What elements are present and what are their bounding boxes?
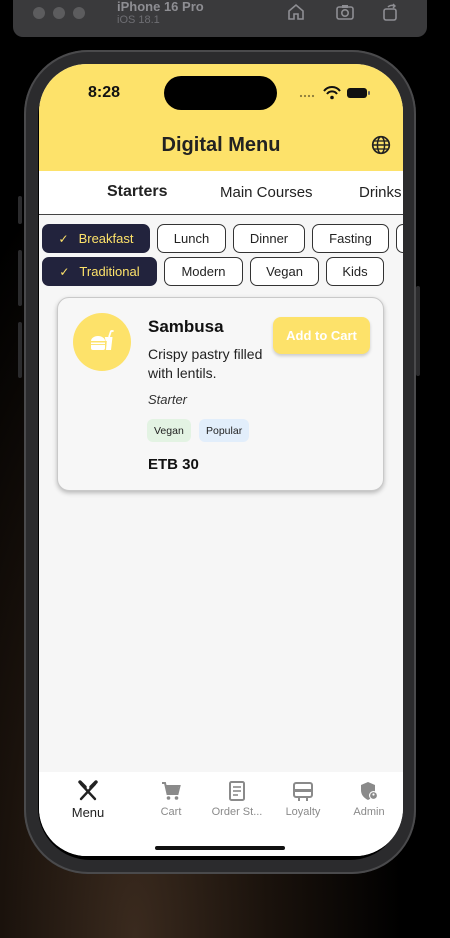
- nav-label: Cart: [160, 806, 182, 818]
- nav-item-cart[interactable]: Cart: [138, 780, 204, 818]
- bottom-nav: Menu Cart Order St... Loyalty Admin: [39, 772, 403, 856]
- tab-drinks[interactable]: Drinks: [359, 184, 402, 201]
- filter-chip-vegan[interactable]: Vegan: [250, 257, 319, 286]
- screenshot-icon[interactable]: [335, 2, 355, 22]
- item-price: ETB 30: [148, 456, 199, 473]
- dynamic-island: [164, 76, 277, 110]
- fork-knife-icon: [78, 780, 98, 801]
- wifi-icon: [323, 86, 341, 100]
- app-header: 8:28 Digital Menu: [39, 64, 403, 171]
- power-button: [416, 286, 420, 376]
- chip-label: Breakfast: [78, 231, 134, 246]
- nav-item-order-status[interactable]: Order St...: [204, 780, 270, 818]
- chip-label: Traditional: [79, 264, 140, 279]
- window-minimize-dot[interactable]: [53, 7, 65, 19]
- nav-label: Admin: [353, 806, 385, 818]
- nav-label: Order St...: [211, 806, 263, 818]
- page-title: Digital Menu: [161, 134, 281, 156]
- tab-starters[interactable]: Starters: [107, 183, 167, 201]
- nav-label: Menu: [71, 805, 105, 820]
- simulator-device-name: iPhone 16 Pro: [117, 0, 204, 14]
- status-time: 8:28: [88, 84, 121, 101]
- home-icon[interactable]: [286, 2, 306, 22]
- chip-label: Kids: [342, 264, 368, 279]
- cart-icon: [162, 782, 181, 800]
- rotate-icon[interactable]: [380, 2, 400, 22]
- chip-label: Lunch: [173, 231, 210, 246]
- tab-main-courses[interactable]: Main Courses: [220, 184, 313, 201]
- chip-label: Dinner: [249, 231, 289, 246]
- fastfood-icon: [91, 330, 114, 350]
- window-close-dot[interactable]: [33, 7, 45, 19]
- item-category: Starter: [148, 392, 188, 407]
- nav-item-admin[interactable]: Admin: [336, 780, 402, 818]
- volume-down-button: [18, 322, 22, 378]
- menu-item-card[interactable]: Sambusa Crispy pastry filled with lentil…: [57, 297, 384, 491]
- home-indicator[interactable]: [155, 846, 285, 850]
- checkmark-icon: ✓: [59, 264, 70, 279]
- nav-item-loyalty[interactable]: Loyalty: [270, 780, 336, 818]
- item-name: Sambusa: [148, 317, 224, 336]
- simulator-toolbar: iPhone 16 Pro iOS 18.1: [13, 0, 427, 37]
- tag-popular: Popular: [199, 419, 250, 442]
- add-to-cart-button[interactable]: Add to Cart: [273, 317, 370, 354]
- filter-chip-traditional[interactable]: ✓ Traditional: [42, 257, 157, 286]
- category-tabs: Starters Main Courses Drinks: [39, 171, 403, 215]
- filter-chip-overflow[interactable]: [396, 224, 403, 253]
- simulator-os-version: iOS 18.1: [117, 14, 160, 26]
- nav-item-menu[interactable]: Menu: [55, 780, 121, 820]
- language-globe-icon[interactable]: [371, 135, 391, 155]
- battery-icon: [347, 88, 370, 98]
- window-zoom-dot[interactable]: [73, 7, 85, 19]
- app-screen: 8:28 Digital Menu Starters Main Courses …: [39, 64, 403, 856]
- chip-label: Fasting: [329, 231, 372, 246]
- filter-chip-kids[interactable]: Kids: [326, 257, 384, 286]
- filter-chip-breakfast[interactable]: ✓ Breakfast: [42, 224, 150, 253]
- item-description: Crispy pastry filled with lentils.: [148, 346, 263, 381]
- checkmark-icon: ✓: [58, 231, 69, 246]
- chip-label: Modern: [181, 264, 226, 279]
- status-icons: [299, 86, 379, 100]
- admin-shield-icon: [361, 782, 378, 800]
- item-avatar: [73, 313, 131, 371]
- filter-chip-fasting[interactable]: Fasting: [312, 224, 389, 253]
- card-icon: [293, 782, 313, 801]
- volume-up-button: [18, 250, 22, 306]
- cellular-signal-icon: [299, 94, 315, 98]
- filter-chip-modern[interactable]: Modern: [164, 257, 243, 286]
- receipt-icon: [229, 781, 245, 801]
- filter-chip-lunch[interactable]: Lunch: [157, 224, 226, 253]
- tag-vegan: Vegan: [147, 419, 191, 442]
- nav-label: Loyalty: [285, 806, 321, 818]
- chip-label: Vegan: [266, 264, 303, 279]
- action-button: [18, 196, 22, 224]
- filter-chip-dinner[interactable]: Dinner: [233, 224, 305, 253]
